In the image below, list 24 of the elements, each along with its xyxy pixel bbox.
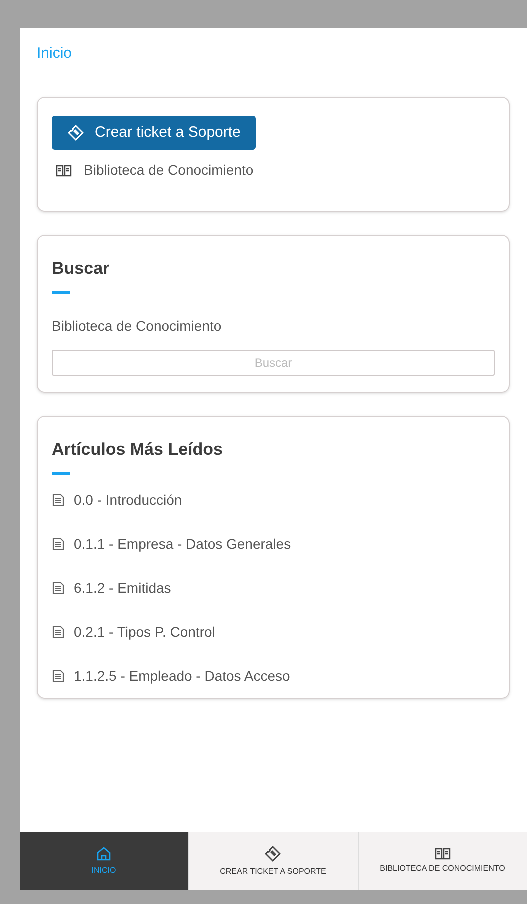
article-link[interactable]: 0.2.1 - Tipos P. Control	[74, 622, 216, 642]
document-icon	[52, 669, 65, 683]
nav-tab[interactable]: INICIO	[20, 832, 188, 890]
knowledge-library-link[interactable]: Biblioteca de Conocimiento	[84, 160, 254, 181]
title-underline	[52, 290, 70, 294]
book-icon	[56, 164, 72, 176]
home-icon	[96, 846, 112, 862]
search-field[interactable]: Buscar	[52, 350, 495, 376]
document-icon	[52, 581, 65, 595]
article-link[interactable]: 0.1.1 - Empresa - Datos Generales	[74, 534, 292, 554]
ticket-icon	[67, 124, 85, 142]
document-icon	[52, 537, 65, 551]
document-icon	[52, 493, 65, 507]
book-icon	[434, 848, 451, 860]
article-link[interactable]: 6.1.2 - Emitidas	[74, 578, 172, 598]
create-ticket-button[interactable]: Crear ticket a Soporte	[52, 116, 256, 150]
title-underline	[52, 472, 70, 474]
article-link[interactable]: 1.1.2.5 - Empleado - Datos Acceso	[74, 666, 290, 686]
card-title: Artículos Más Leídos	[52, 439, 224, 461]
ticket-icon	[264, 844, 282, 862]
document-icon	[52, 625, 65, 639]
card-title: Buscar	[52, 258, 111, 280]
field-label: Biblioteca de Conocimiento	[52, 316, 223, 336]
article-link[interactable]: 0.0 - Introducción	[74, 490, 182, 510]
